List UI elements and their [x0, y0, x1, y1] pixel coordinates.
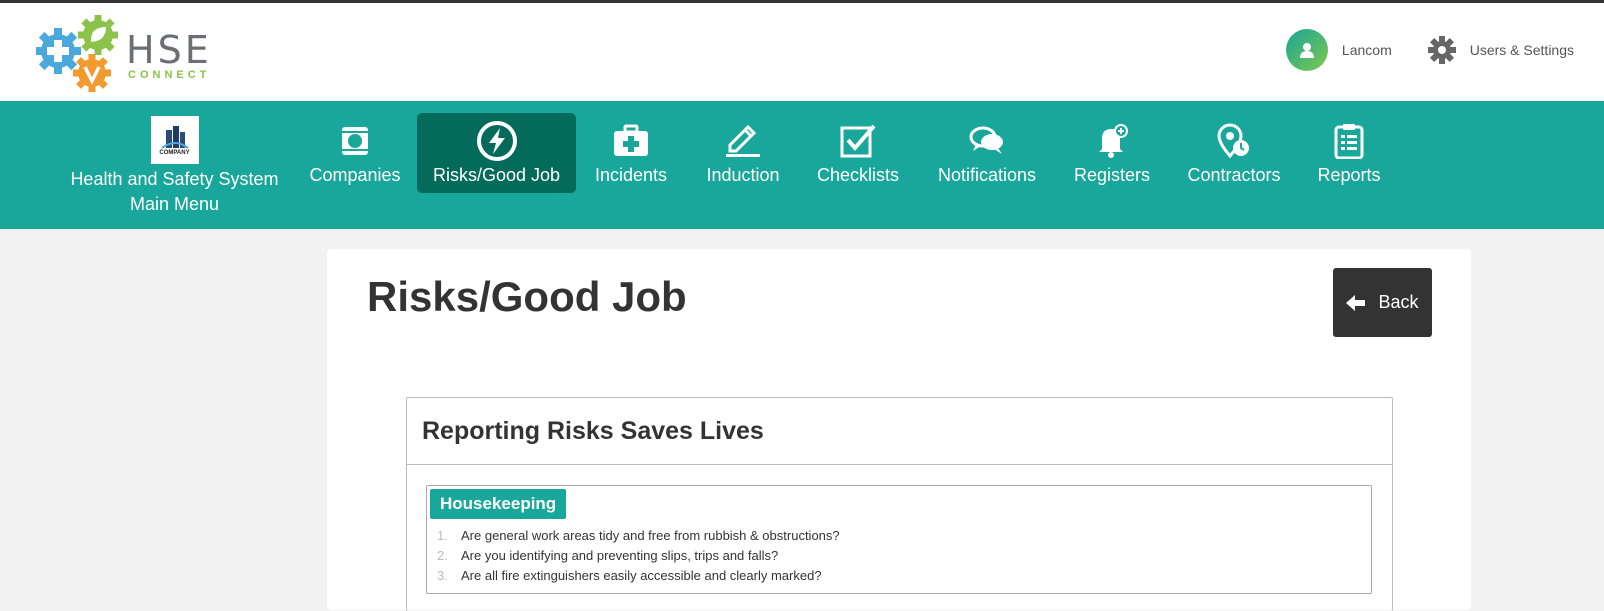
nav-item-reports[interactable]: Reports: [1306, 113, 1392, 193]
nav-item-incidents[interactable]: Incidents: [585, 113, 677, 193]
user-name[interactable]: Lancom: [1342, 42, 1392, 58]
arrow-left-icon: [1346, 294, 1366, 311]
question-text: Are general work areas tidy and free fro…: [461, 528, 840, 543]
gear-icon[interactable]: [1427, 36, 1456, 64]
app-header: HSE CONNECT Lancom Users & Settings: [0, 3, 1604, 101]
first-aid-icon: [585, 119, 677, 163]
user-area: Lancom Users & Settings: [1285, 29, 1574, 71]
nav-label: Induction: [706, 165, 780, 185]
page-title: Risks/Good Job: [367, 273, 687, 320]
nav-label: Reports: [1317, 165, 1381, 185]
question-number: 1.: [437, 528, 448, 543]
clipboard-icon: [1306, 119, 1392, 163]
back-button[interactable]: Back: [1333, 268, 1432, 337]
lightning-icon: [417, 119, 576, 163]
bell-icon: [1066, 119, 1158, 163]
question-number: 3.: [437, 568, 448, 583]
nav-label: Incidents: [594, 165, 668, 185]
nav-label: Registers: [1073, 165, 1151, 185]
company-logo-text: COMPANY: [159, 150, 190, 156]
nav-label: Companies: [309, 165, 401, 185]
nav-label: Contractors: [1187, 165, 1281, 185]
chat-icon: [928, 119, 1046, 163]
nav-item-risks-good-job[interactable]: Risks/Good Job: [417, 113, 576, 193]
nav-item-contractors[interactable]: Contractors: [1178, 113, 1290, 193]
company-logo: COMPANY: [150, 116, 199, 164]
question-list: 1. Are general work areas tidy and free f…: [437, 526, 840, 586]
question-number: 2.: [437, 548, 448, 563]
brand-name: HSE: [126, 28, 212, 72]
list-item: 2. Are you identifying and preventing sli…: [437, 546, 840, 566]
nav-label: Risks/Good Job: [432, 165, 561, 185]
user-avatar-icon[interactable]: [1285, 29, 1328, 71]
housekeeping-section: Housekeeping 1. Are general work areas ti…: [426, 485, 1372, 594]
brand-subtitle: CONNECT: [128, 69, 211, 81]
nav-item-checklists[interactable]: Checklists: [808, 113, 908, 193]
nav-item-notifications[interactable]: Notifications: [928, 113, 1046, 193]
nav-label: Health and Safety System Main Menu: [70, 169, 279, 214]
nav-label: Notifications: [937, 165, 1037, 185]
section-tag: Housekeeping: [430, 489, 567, 519]
question-text: Are you identifying and preventing slips…: [461, 548, 779, 563]
hse-connect-logo[interactable]: HSE CONNECT: [35, 15, 226, 95]
list-item: 3. Are all fire extinguishers easily acce…: [437, 566, 840, 586]
logo-text: HSE CONNECT: [126, 31, 212, 81]
nav-item-companies[interactable]: Companies: [300, 113, 410, 193]
nav-item-induction[interactable]: Induction: [697, 113, 789, 193]
main-nav: COMPANY Health and Safety System Main Me…: [0, 101, 1604, 229]
panel-title: Reporting Risks Saves Lives: [407, 398, 1392, 465]
building-icon: [300, 119, 410, 163]
nav-item-main-menu[interactable]: COMPANY Health and Safety System Main Me…: [66, 113, 283, 214]
content-card: Risks/Good Job Back Reporting Risks Save…: [327, 249, 1471, 611]
question-text: Are all fire extinguishers easily access…: [461, 568, 822, 583]
nav-item-registers[interactable]: Registers: [1066, 113, 1158, 193]
nav-label: Checklists: [816, 165, 900, 185]
location-clock-icon: [1178, 119, 1290, 163]
gears-logo-icon: [35, 15, 118, 92]
list-item: 1. Are general work areas tidy and free f…: [437, 526, 840, 546]
reporting-panel: Reporting Risks Saves Lives Housekeeping…: [406, 397, 1393, 611]
pencil-icon: [697, 119, 789, 163]
company-building-icon: [160, 126, 189, 149]
checkbox-icon: [808, 119, 908, 163]
back-button-label: Back: [1378, 292, 1419, 312]
users-settings-link[interactable]: Users & Settings: [1470, 42, 1574, 58]
